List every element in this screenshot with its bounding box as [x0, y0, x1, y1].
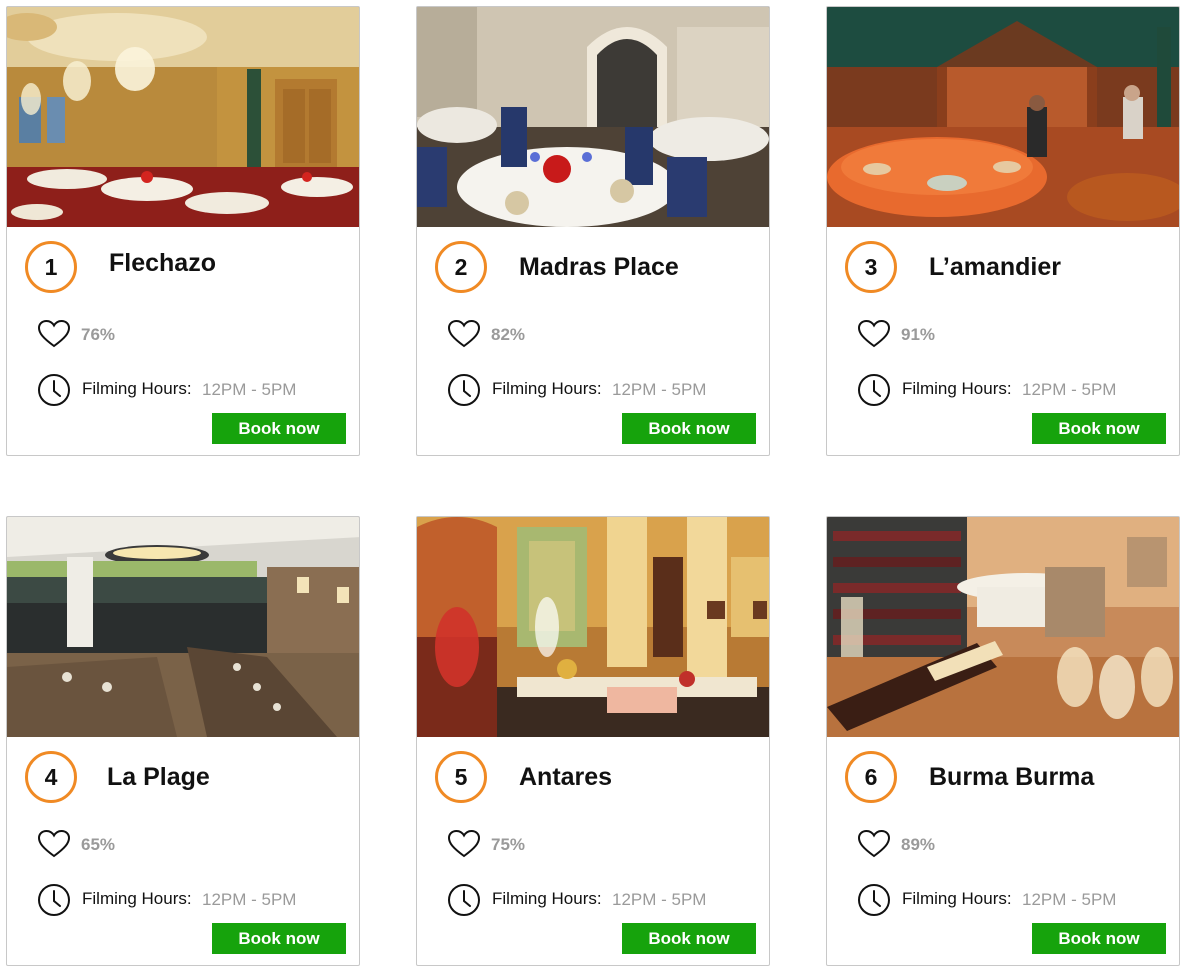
like-percentage: 82%	[491, 325, 526, 344]
book-now-button[interactable]: Book now	[212, 413, 346, 444]
restaurant-photo[interactable]	[7, 517, 359, 737]
restaurant-card-flechazo: 1 Flechazo 76% Filming Hours: 12PM - 5PM…	[6, 6, 360, 456]
heart-icon[interactable]	[857, 319, 891, 349]
rank-badge: 5	[435, 751, 487, 803]
restaurant-card-madras-place: 2 Madras Place 82% Filming Hours: 12PM -…	[416, 6, 770, 456]
restaurant-photo[interactable]	[827, 7, 1179, 227]
book-now-button[interactable]: Book now	[622, 413, 756, 444]
rank-badge: 1	[25, 241, 77, 293]
restaurant-photo[interactable]	[417, 7, 769, 227]
restaurant-photo[interactable]	[417, 517, 769, 737]
like-percentage: 65%	[81, 835, 116, 854]
heart-icon[interactable]	[37, 319, 71, 349]
like-percentage: 89%	[901, 835, 936, 854]
filming-hours-label: Filming Hours:	[82, 889, 192, 908]
clock-icon	[858, 374, 890, 406]
restaurant-card-burma-burma: 6 Burma Burma 89% Filming Hours: 12PM - …	[826, 516, 1180, 966]
filming-hours-value: 12PM - 5PM	[202, 380, 297, 399]
clock-icon	[448, 884, 480, 916]
rank-badge: 2	[435, 241, 487, 293]
filming-hours-label: Filming Hours:	[492, 379, 602, 398]
restaurant-name[interactable]: Flechazo	[109, 249, 216, 278]
restaurant-name[interactable]: Burma Burma	[929, 763, 1094, 792]
restaurant-name[interactable]: Madras Place	[519, 253, 679, 282]
clock-icon	[38, 374, 70, 406]
heart-icon[interactable]	[447, 319, 481, 349]
like-percentage: 75%	[491, 835, 526, 854]
book-now-button[interactable]: Book now	[1032, 923, 1166, 954]
filming-hours-value: 12PM - 5PM	[1022, 380, 1117, 399]
filming-hours-value: 12PM - 5PM	[612, 380, 707, 399]
restaurant-name[interactable]: La Plage	[107, 763, 210, 792]
filming-hours-value: 12PM - 5PM	[612, 890, 707, 909]
rank-badge: 3	[845, 241, 897, 293]
clock-icon	[858, 884, 890, 916]
heart-icon[interactable]	[447, 829, 481, 859]
heart-icon[interactable]	[37, 829, 71, 859]
clock-icon	[448, 374, 480, 406]
book-now-button[interactable]: Book now	[212, 923, 346, 954]
filming-hours-label: Filming Hours:	[902, 889, 1012, 908]
rank-badge: 6	[845, 751, 897, 803]
rank-badge: 4	[25, 751, 77, 803]
filming-hours-value: 12PM - 5PM	[202, 890, 297, 909]
heart-icon[interactable]	[857, 829, 891, 859]
filming-hours-value: 12PM - 5PM	[1022, 890, 1117, 909]
restaurant-name[interactable]: L’amandier	[929, 253, 1061, 282]
book-now-button[interactable]: Book now	[1032, 413, 1166, 444]
restaurant-name[interactable]: Antares	[519, 763, 612, 792]
filming-hours-label: Filming Hours:	[902, 379, 1012, 398]
like-percentage: 76%	[81, 325, 116, 344]
restaurant-card-la-plage: 4 La Plage 65% Filming Hours: 12PM - 5PM…	[6, 516, 360, 966]
restaurant-card-antares: 5 Antares 75% Filming Hours: 12PM - 5PM …	[416, 516, 770, 966]
restaurant-photo[interactable]	[827, 517, 1179, 737]
filming-hours-label: Filming Hours:	[82, 379, 192, 398]
filming-hours-label: Filming Hours:	[492, 889, 602, 908]
restaurant-card-lamandier: 3 L’amandier 91% Filming Hours: 12PM - 5…	[826, 6, 1180, 456]
book-now-button[interactable]: Book now	[622, 923, 756, 954]
restaurant-photo[interactable]	[7, 7, 359, 227]
like-percentage: 91%	[901, 325, 936, 344]
clock-icon	[38, 884, 70, 916]
